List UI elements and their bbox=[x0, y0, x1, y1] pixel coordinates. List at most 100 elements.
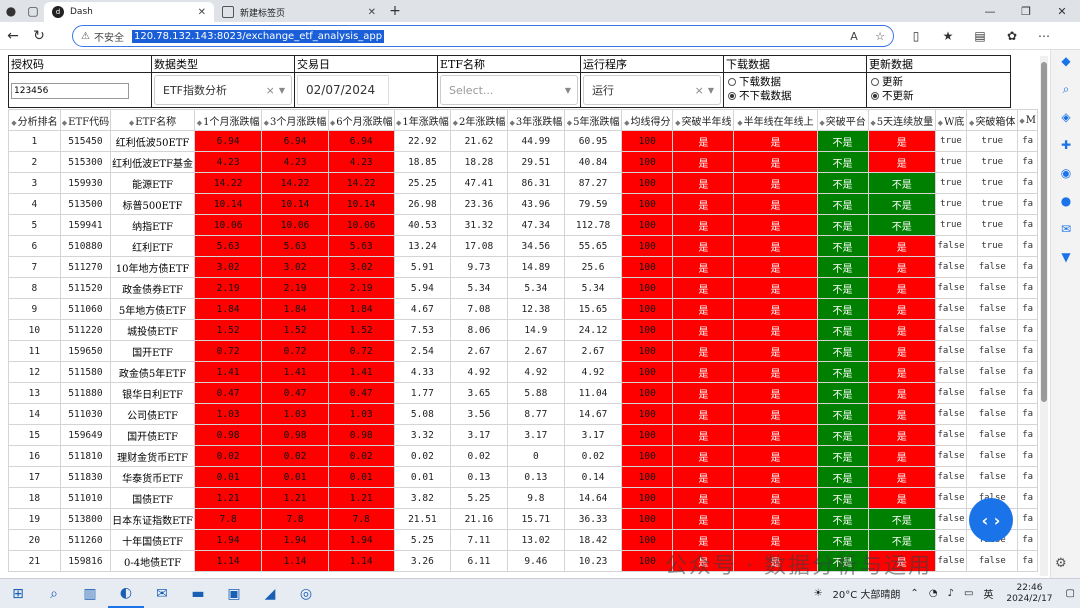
refresh-icon[interactable]: ↻ bbox=[26, 28, 52, 44]
table-cell[interactable]: 15 bbox=[8, 424, 61, 446]
sort-icon[interactable]: ◆ bbox=[330, 119, 335, 127]
table-cell[interactable]: 6.94 bbox=[327, 130, 395, 152]
table-cell[interactable]: 是 bbox=[733, 172, 818, 194]
search-icon[interactable]: ⌕ bbox=[1051, 82, 1080, 106]
table-cell[interactable]: 21.51 bbox=[393, 508, 452, 530]
table-cell[interactable]: 不是 bbox=[816, 487, 869, 509]
datatype-dropdown[interactable]: ETF指数分析 × ▼ bbox=[154, 75, 292, 105]
table-cell[interactable]: 是 bbox=[672, 214, 735, 236]
table-cell[interactable]: fa bbox=[1017, 130, 1038, 152]
table-cell[interactable]: 是 bbox=[672, 340, 735, 362]
table-cell[interactable]: 10.14 bbox=[261, 193, 329, 215]
mail-icon[interactable]: ✉ bbox=[144, 580, 180, 608]
table-cell[interactable]: 11.04 bbox=[563, 382, 623, 404]
table-cell[interactable]: 政金债5年ETF bbox=[110, 361, 195, 383]
column-header[interactable]: ◆分析排名 bbox=[8, 109, 61, 131]
table-cell[interactable]: 511880 bbox=[59, 382, 112, 404]
close-tab-icon[interactable]: ✕ bbox=[198, 7, 206, 18]
tools-icon[interactable]: ✚ bbox=[1051, 138, 1080, 162]
network-icon[interactable]: ◔ bbox=[929, 588, 938, 599]
tray-expand-icon[interactable]: ⌃ bbox=[910, 588, 918, 599]
table-cell[interactable]: false bbox=[966, 361, 1019, 383]
table-cell[interactable]: false bbox=[934, 403, 968, 425]
table-cell[interactable]: 5.63 bbox=[261, 235, 329, 257]
table-cell[interactable]: fa bbox=[1017, 529, 1038, 551]
edge-browser-icon[interactable]: ◐ bbox=[108, 580, 144, 608]
table-cell[interactable]: 7 bbox=[8, 256, 61, 278]
table-cell[interactable]: 6.11 bbox=[450, 550, 508, 572]
table-cell[interactable]: 511580 bbox=[59, 361, 112, 383]
table-cell[interactable]: 是 bbox=[733, 277, 818, 299]
table-cell[interactable]: 0.72 bbox=[261, 340, 329, 362]
table-cell[interactable]: 不是 bbox=[816, 361, 869, 383]
table-cell[interactable]: 不是 bbox=[867, 214, 936, 236]
table-cell[interactable]: 86.31 bbox=[506, 172, 565, 194]
table-cell[interactable]: 5.63 bbox=[327, 235, 395, 257]
radio-icon[interactable] bbox=[728, 78, 736, 86]
table-cell[interactable]: 不是 bbox=[816, 508, 869, 530]
clock[interactable]: 22:46 2024/2/17 bbox=[1006, 583, 1052, 605]
clear-icon[interactable]: × bbox=[266, 84, 275, 97]
table-cell[interactable]: 是 bbox=[733, 256, 818, 278]
table-cell[interactable]: 0.02 bbox=[327, 445, 395, 467]
table-cell[interactable]: 100 bbox=[621, 508, 674, 530]
etf-name-dropdown[interactable]: Select... ▼ bbox=[440, 75, 578, 105]
table-cell[interactable]: 1.03 bbox=[193, 403, 263, 425]
read-aloud-icon[interactable]: A bbox=[841, 30, 867, 43]
table-cell[interactable]: 21.62 bbox=[450, 130, 508, 152]
sort-icon[interactable]: ◆ bbox=[938, 119, 943, 127]
radio-download-no[interactable]: 不下载数据 bbox=[724, 89, 866, 103]
table-cell[interactable]: 5.91 bbox=[393, 256, 452, 278]
scrollbar-thumb[interactable] bbox=[1041, 62, 1047, 402]
table-cell[interactable]: 3.17 bbox=[450, 424, 508, 446]
column-header[interactable]: ◆突破半年线 bbox=[672, 109, 735, 131]
table-cell[interactable]: 0.72 bbox=[193, 340, 263, 362]
sort-icon[interactable]: ◆ bbox=[396, 119, 401, 127]
table-cell[interactable]: 100 bbox=[621, 487, 674, 509]
table-cell[interactable]: 是 bbox=[867, 151, 936, 173]
table-cell[interactable]: false bbox=[934, 529, 968, 551]
sort-icon[interactable]: ◆ bbox=[11, 119, 16, 127]
table-cell[interactable]: 是 bbox=[733, 445, 818, 467]
table-cell[interactable]: 100 bbox=[621, 130, 674, 152]
table-cell[interactable]: false bbox=[966, 340, 1019, 362]
column-header[interactable]: ◆突破箱体 bbox=[966, 109, 1019, 131]
chevron-down-icon[interactable]: ▼ bbox=[279, 86, 285, 95]
table-cell[interactable]: 100 bbox=[621, 172, 674, 194]
table-cell[interactable]: true bbox=[966, 172, 1019, 194]
table-cell[interactable]: fa bbox=[1017, 193, 1038, 215]
table-cell[interactable]: 红利低波50ETF bbox=[110, 130, 195, 152]
table-cell[interactable]: 是 bbox=[672, 403, 735, 425]
table-cell[interactable]: 是 bbox=[733, 340, 818, 362]
table-cell[interactable]: 是 bbox=[867, 319, 936, 341]
table-cell[interactable]: 159649 bbox=[59, 424, 112, 446]
profile-icon[interactable]: ● bbox=[0, 0, 22, 22]
table-cell[interactable]: 4.23 bbox=[261, 151, 329, 173]
table-cell[interactable]: 不是 bbox=[816, 403, 869, 425]
table-cell[interactable]: 23.36 bbox=[450, 193, 508, 215]
table-cell[interactable]: 22.92 bbox=[393, 130, 452, 152]
collections-icon[interactable]: ▤ bbox=[964, 29, 996, 43]
table-cell[interactable]: 是 bbox=[733, 508, 818, 530]
favorites-icon[interactable]: ★ bbox=[932, 29, 964, 43]
table-cell[interactable]: 是 bbox=[733, 298, 818, 320]
table-cell[interactable]: 5.25 bbox=[393, 529, 452, 551]
table-cell[interactable]: false bbox=[934, 424, 968, 446]
table-cell[interactable]: 8.77 bbox=[506, 403, 565, 425]
table-cell[interactable]: 能源ETF bbox=[110, 172, 195, 194]
table-cell[interactable]: 100 bbox=[621, 340, 674, 362]
program-dropdown[interactable]: 运行 × ▼ bbox=[583, 75, 721, 105]
table-cell[interactable]: 3.26 bbox=[393, 550, 452, 572]
table-cell[interactable]: 6.94 bbox=[193, 130, 263, 152]
table-cell[interactable]: 不是 bbox=[816, 214, 869, 236]
drop-icon[interactable]: ▼ bbox=[1051, 250, 1080, 274]
table-cell[interactable]: 7.08 bbox=[450, 298, 508, 320]
table-cell[interactable]: 是 bbox=[733, 130, 818, 152]
table-cell[interactable]: 511830 bbox=[59, 466, 112, 488]
table-cell[interactable]: true bbox=[934, 214, 968, 236]
column-header[interactable]: ◆均线得分 bbox=[621, 109, 674, 131]
table-cell[interactable]: 5.25 bbox=[450, 487, 508, 509]
radio-icon[interactable] bbox=[728, 92, 736, 100]
table-cell[interactable]: 1.21 bbox=[193, 487, 263, 509]
table-cell[interactable]: 是 bbox=[672, 361, 735, 383]
